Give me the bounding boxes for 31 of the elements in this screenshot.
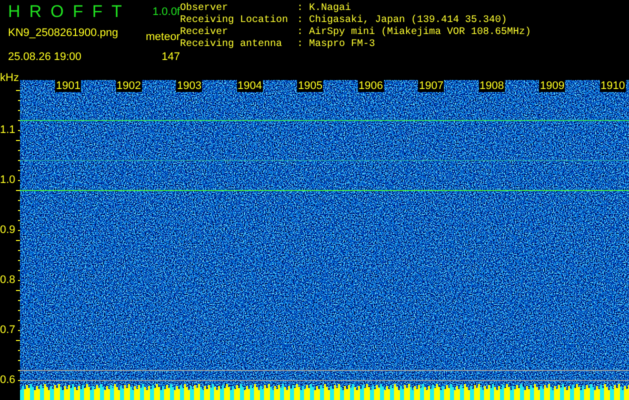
timestamp-label: 25.08.26 19:00 [8, 50, 82, 65]
app-title: HROFFT [8, 2, 131, 22]
time-label: 1908 [478, 80, 505, 92]
frequency-label: 0.7 [0, 324, 16, 336]
frequency-label: 0.6 [0, 374, 16, 386]
field-label: Receiving Location [180, 15, 290, 26]
mode-label: meteor [144, 30, 180, 45]
time-label: 1910 [600, 80, 626, 92]
time-label: 1907 [418, 80, 444, 92]
frequency-label: 1.0 [0, 174, 16, 186]
unit-label: kHz [0, 72, 19, 84]
time-label: 1904 [236, 80, 263, 92]
frequency-label: 0.8 [0, 274, 16, 286]
version-label: 1.0.0f [151, 5, 180, 20]
filename-label: KN9_2508261900.png [8, 26, 120, 41]
field-label: Receiver [180, 27, 230, 38]
time-label: 1903 [176, 80, 202, 92]
frequency-label: 1.1 [0, 124, 16, 136]
field-value: : Chigasaki, Japan (139.414 35.340) [297, 15, 508, 26]
frequency-label: 0.9 [0, 224, 16, 236]
time-label: 1905 [297, 80, 324, 92]
time-label: 1906 [358, 80, 384, 92]
field-value: : K.Nagai [297, 3, 352, 14]
field-label: Receiving antenna [180, 39, 284, 51]
count-label: 147 [160, 50, 180, 65]
time-label: 1901 [55, 80, 82, 92]
time-label: 1902 [116, 80, 142, 92]
field-value: : AirSpy mini (Miakejima VOR 108.65MHz) [297, 27, 532, 39]
time-label: 1909 [539, 80, 566, 92]
field-value: : Maspro FM-3 [297, 39, 376, 51]
field-label: Observer [180, 3, 230, 14]
